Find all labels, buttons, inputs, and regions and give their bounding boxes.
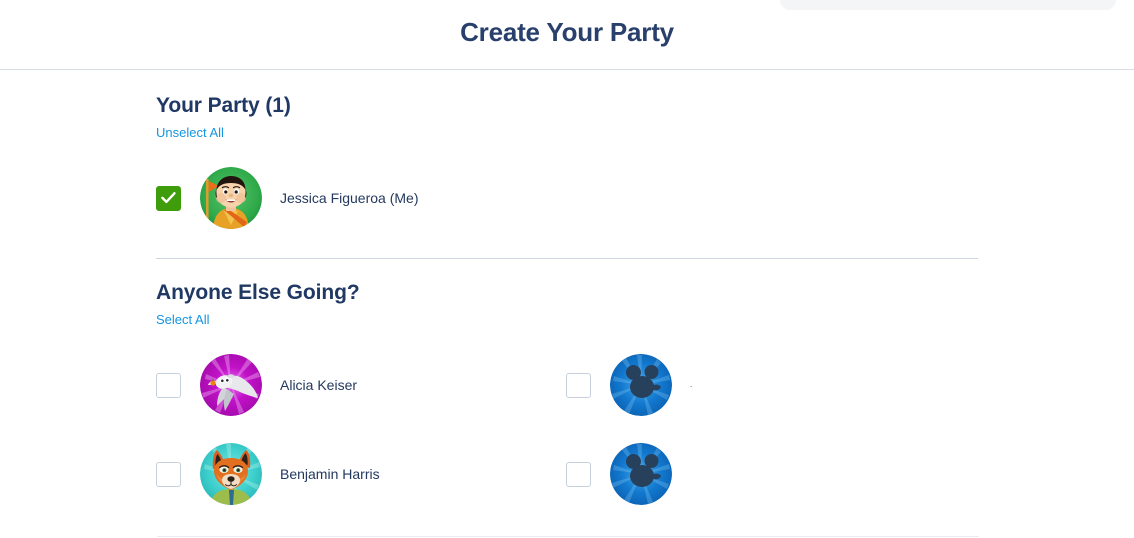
mickey-default-avatar xyxy=(610,443,672,505)
member-name: Alicia Keiser xyxy=(280,377,358,393)
check-icon xyxy=(161,192,176,204)
list-item[interactable]: Jessica Figueroa (Me) xyxy=(156,166,566,230)
page-content: Your Party (1) Unselect All Jessica Figu… xyxy=(0,70,1134,506)
your-party-heading: Your Party (1) xyxy=(156,94,291,117)
member-name: Benjamin Harris xyxy=(280,466,380,482)
member-checkbox-unnamed-2[interactable] xyxy=(566,461,591,487)
unselect-all-link[interactable]: Unselect All xyxy=(156,125,224,141)
list-item[interactable]: Benjamin Harris xyxy=(156,442,566,506)
content-container: Your Party (1) Unselect All Jessica Figu… xyxy=(156,70,978,506)
your-party-rows: Jessica Figueroa (Me) xyxy=(156,166,978,230)
member-checkbox-jessica-figueroa[interactable] xyxy=(156,185,181,211)
russell-up-avatar xyxy=(200,167,262,229)
zero-ghost-avatar xyxy=(200,354,262,416)
page-title: Create Your Party xyxy=(460,17,674,47)
member-checkbox-unnamed-1[interactable] xyxy=(566,372,591,398)
others-section: Anyone Else Going? Select All Alicia Kei… xyxy=(156,259,978,506)
select-all-link[interactable]: Select All xyxy=(156,312,209,328)
mickey-default-avatar xyxy=(610,354,672,416)
list-item[interactable] xyxy=(566,442,976,506)
page-header: Create Your Party xyxy=(0,0,1134,70)
list-item[interactable]: . xyxy=(566,353,976,417)
your-party-section: Your Party (1) Unselect All Jessica Figu… xyxy=(156,70,978,259)
member-name: Jessica Figueroa (Me) xyxy=(280,190,419,206)
others-rows: Alicia Keiser . Benjamin Harris xyxy=(156,353,978,506)
list-item[interactable]: Alicia Keiser xyxy=(156,353,566,417)
member-name: . xyxy=(690,380,693,389)
others-heading: Anyone Else Going? xyxy=(156,281,360,304)
bottom-divider xyxy=(157,536,979,537)
member-checkbox-alicia-keiser[interactable] xyxy=(156,372,181,398)
member-checkbox-benjamin-harris[interactable] xyxy=(156,461,181,487)
nick-wilde-avatar xyxy=(200,443,262,505)
create-party-page: Create Your Party Your Party (1) Unselec… xyxy=(0,0,1134,538)
